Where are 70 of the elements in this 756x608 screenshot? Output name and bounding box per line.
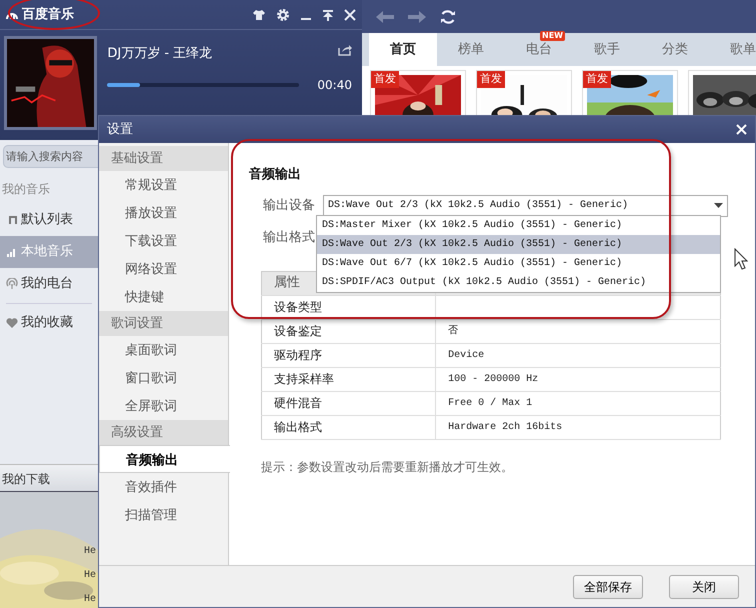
app-title: 百度音乐 xyxy=(22,4,74,24)
shirt-icon[interactable] xyxy=(252,8,266,20)
nav-item[interactable]: 网络设置 xyxy=(99,255,228,283)
music-note-icon xyxy=(6,214,18,226)
nav-item[interactable]: 快捷键 xyxy=(99,283,228,311)
table-cell: 否 xyxy=(436,319,720,343)
cursor-icon xyxy=(734,248,748,270)
caret-icon xyxy=(714,202,723,208)
dialog-button[interactable]: 全部保存 xyxy=(573,574,643,598)
nav-item[interactable]: 播放设置 xyxy=(99,199,228,227)
table-cell: Hardware 2ch 16bits xyxy=(436,415,720,439)
tab[interactable]: 歌手 xyxy=(573,33,641,66)
section-title: 音频输出 xyxy=(249,166,302,184)
dialog-button[interactable]: 关闭 xyxy=(669,574,739,598)
section-header[interactable]: 我的下载 xyxy=(0,464,98,492)
elapsed-time: 00:40 xyxy=(317,76,352,94)
track-name[interactable]: He xyxy=(84,568,98,583)
table-cell: 输出格式 xyxy=(262,415,436,439)
heart-icon xyxy=(6,317,18,329)
bars-icon xyxy=(6,246,18,258)
premiere-badge: 首发 xyxy=(583,71,611,88)
hint-text: 提示：参数设置改动后需要重新播放才可生效。 xyxy=(261,458,514,476)
premiere-badge: 首发 xyxy=(371,71,399,88)
close-icon[interactable] xyxy=(344,8,356,20)
nav-item[interactable]: 全屏歌词 xyxy=(99,392,228,420)
tab[interactable]: 首页 xyxy=(369,33,437,66)
device-dropdown[interactable]: DS:Wave Out 2/3 (kX 10k2.5 Audio (3551) - Generic) xyxy=(323,194,728,216)
nav-item[interactable]: 窗口歌词 xyxy=(99,364,228,392)
nav-item[interactable]: 常规设置 xyxy=(99,171,228,199)
nav-group-header: 歌词设置 xyxy=(99,311,228,336)
section-header: 我的音乐 xyxy=(1,181,51,198)
table-cell: Device xyxy=(436,343,720,367)
nav-item[interactable]: 桌面歌词 xyxy=(99,336,228,364)
field-label: 输出设备 xyxy=(263,196,315,215)
track-name[interactable]: He xyxy=(84,544,98,559)
dropdown-option[interactable]: DS:Wave Out 2/3 (kX 10k2.5 Audio (3551) - Generic) xyxy=(317,235,720,254)
premiere-badge: 首发 xyxy=(477,71,505,88)
table-cell: Free 0 / Max 1 xyxy=(436,391,720,415)
table-cell: 设备类型 xyxy=(262,295,436,319)
nav-group-header: 基础设置 xyxy=(99,146,228,171)
radio-icon xyxy=(6,278,18,290)
nav-item[interactable]: 扫描管理 xyxy=(99,501,228,529)
sidebar-item[interactable]: 我的收藏 xyxy=(0,307,98,339)
new-badge: NEW xyxy=(540,31,565,41)
table-cell: 驱动程序 xyxy=(262,343,436,367)
dropdown-option[interactable]: DS:Master Mixer (kX 10k2.5 Audio (3551) - Generic) xyxy=(317,216,720,235)
settings-icon[interactable] xyxy=(276,8,290,22)
table-cell: 100 - 200000 Hz xyxy=(436,367,720,391)
nav-group-header: 高级设置 xyxy=(99,420,228,445)
track-name[interactable]: He xyxy=(84,592,98,607)
sidebar-item[interactable]: 默认列表 xyxy=(0,204,98,236)
close-icon xyxy=(736,124,747,135)
pin-icon[interactable] xyxy=(322,8,334,20)
share-icon[interactable] xyxy=(338,44,352,56)
song-title: DJ万万岁 - 王绎龙 xyxy=(107,45,212,63)
table-cell: 设备鉴定 xyxy=(262,319,436,343)
sidebar-item[interactable]: 我的电台 xyxy=(0,268,98,300)
tab[interactable]: 分类 xyxy=(641,33,709,66)
tab[interactable]: 榜单 xyxy=(437,33,505,66)
nav-item[interactable]: 音效插件 xyxy=(99,473,228,501)
dropdown-option[interactable]: DS:Wave Out 6/7 (kX 10k2.5 Audio (3551) - Generic) xyxy=(317,254,720,273)
table-cell: 硬件混音 xyxy=(262,391,436,415)
search-field[interactable]: 请输入搜索内容 xyxy=(3,145,98,168)
tab[interactable]: 歌单 xyxy=(709,33,756,66)
nav-item[interactable]: 音频输出 xyxy=(99,445,230,473)
nav-item[interactable]: 下载设置 xyxy=(99,227,228,255)
refresh-icon[interactable] xyxy=(440,8,456,24)
table-cell: 支持采样率 xyxy=(262,367,436,391)
dialog-title: 设置 xyxy=(107,120,133,139)
field-label: 输出格式 xyxy=(263,228,315,247)
